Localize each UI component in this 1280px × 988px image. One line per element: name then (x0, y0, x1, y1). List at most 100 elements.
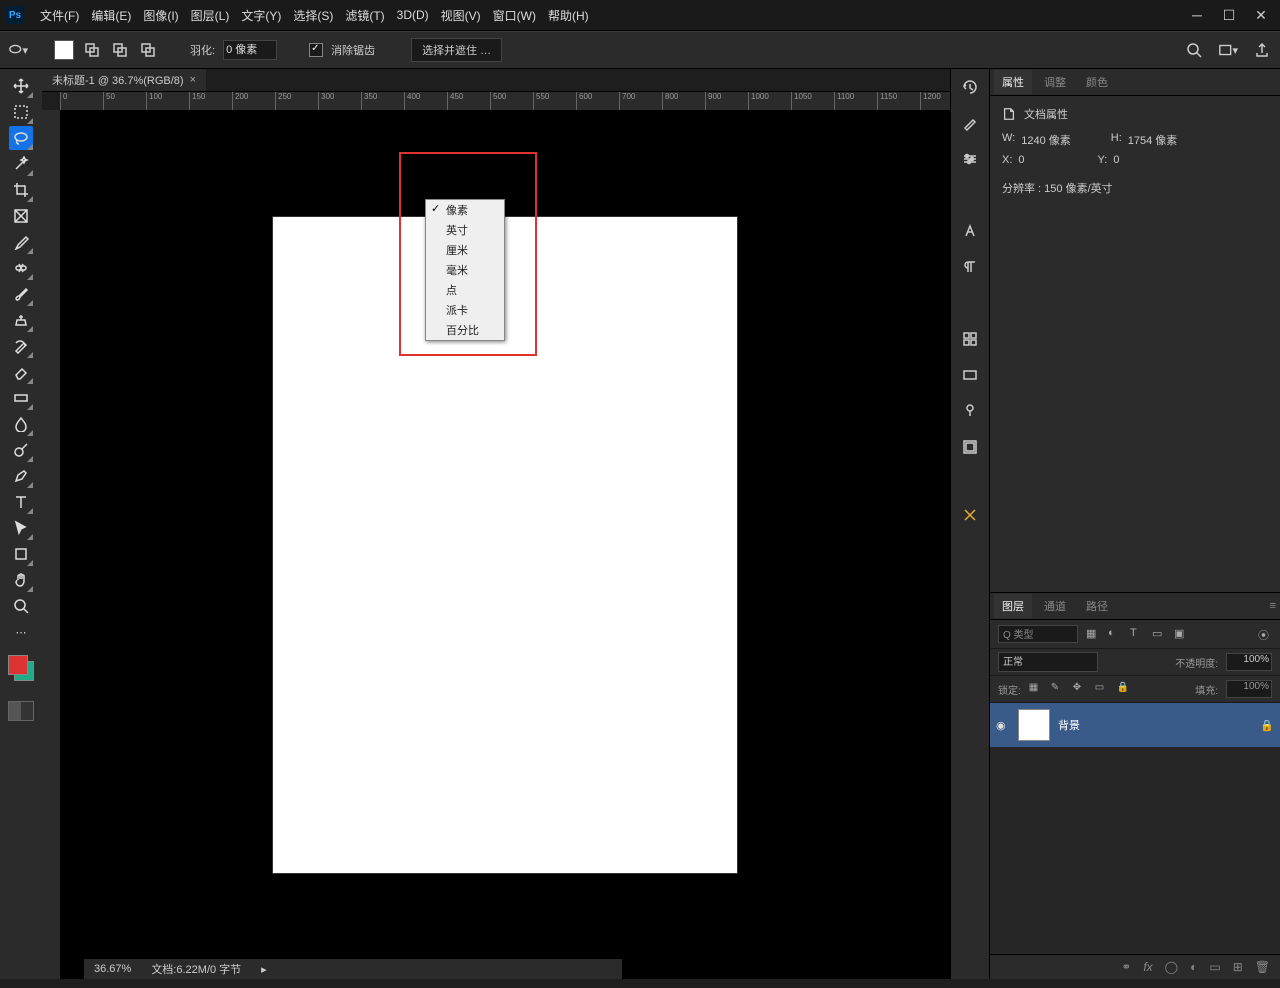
horizontal-ruler[interactable]: 0501001502002503003504004505005506007008… (60, 92, 950, 111)
ruler-unit-pixels[interactable]: 像素 (426, 200, 504, 220)
menu-edit[interactable]: 编辑(E) (85, 3, 137, 28)
magic-wand-tool[interactable] (9, 152, 33, 176)
vertical-ruler[interactable] (42, 110, 61, 979)
delete-layer-icon[interactable]: 🗑 (1255, 960, 1270, 974)
libraries-panel-icon[interactable] (960, 437, 980, 457)
gradient-tool[interactable] (9, 386, 33, 410)
tab-channels[interactable]: 通道 (1036, 594, 1074, 618)
pen-tool[interactable] (9, 464, 33, 488)
document-info[interactable]: 文档:6.22M/0 字节 (151, 961, 241, 977)
menu-filter[interactable]: 滤镜(T) (339, 3, 390, 28)
adjustment-layer-icon[interactable]: ◐ (1190, 960, 1197, 974)
lasso-tool-icon[interactable]: ▾ (8, 40, 28, 60)
patterns-panel-icon[interactable] (960, 401, 980, 421)
hand-tool[interactable] (9, 568, 33, 592)
selection-add-icon[interactable] (82, 40, 102, 60)
filter-toggle-icon[interactable]: ⦿ (1258, 627, 1272, 641)
workspace-icon[interactable]: ▾ (1218, 40, 1238, 60)
x-value[interactable]: 0 (1018, 154, 1024, 166)
swatches-panel-icon[interactable] (960, 329, 980, 349)
layer-thumbnail[interactable] (1018, 709, 1050, 741)
blur-tool[interactable] (9, 412, 33, 436)
history-brush-tool[interactable] (9, 334, 33, 358)
tab-layers[interactable]: 图层 (994, 594, 1032, 618)
layer-filter-select[interactable]: Q 类型 (998, 625, 1078, 643)
marquee-tool[interactable] (9, 100, 33, 124)
filter-adjustment-icon[interactable]: ◐ (1108, 627, 1122, 641)
ruler-unit-points[interactable]: 点 (426, 280, 504, 300)
canvas[interactable] (273, 217, 737, 873)
feather-input[interactable]: 0 像素 (223, 40, 277, 60)
history-panel-icon[interactable] (960, 77, 980, 97)
ruler-unit-inches[interactable]: 英寸 (426, 220, 504, 240)
status-more-icon[interactable]: ▸ (261, 963, 267, 976)
selection-intersect-icon[interactable] (138, 40, 158, 60)
lock-all-icon[interactable]: 🔒 (1117, 682, 1131, 696)
layer-locked-icon[interactable]: 🔒 (1260, 719, 1274, 732)
brush-tool[interactable] (9, 282, 33, 306)
layer-mask-icon[interactable]: ◯ (1165, 960, 1178, 974)
group-icon[interactable]: ▭ (1209, 960, 1220, 974)
brushes-panel-icon[interactable] (960, 113, 980, 133)
path-select-tool[interactable] (9, 516, 33, 540)
visibility-icon[interactable]: ◉ (996, 719, 1010, 732)
edit-toolbar[interactable]: ⋯ (9, 620, 33, 644)
y-value[interactable]: 0 (1113, 154, 1119, 166)
window-minimize-icon[interactable]: ─ (1190, 8, 1204, 22)
shape-tool[interactable] (9, 542, 33, 566)
zoom-tool[interactable] (9, 594, 33, 618)
ruler-unit-picas[interactable]: 派卡 (426, 300, 504, 320)
crop-tool[interactable] (9, 178, 33, 202)
menu-type[interactable]: 文字(Y) (235, 3, 287, 28)
dodge-tool[interactable] (9, 438, 33, 462)
lock-transparency-icon[interactable]: ▦ (1029, 682, 1043, 696)
search-icon[interactable] (1184, 40, 1204, 60)
selection-subtract-icon[interactable] (110, 40, 130, 60)
color-swatch[interactable] (6, 653, 36, 683)
menu-layer[interactable]: 图层(L) (185, 3, 236, 28)
link-layers-icon[interactable]: ⚭ (1121, 960, 1131, 974)
menu-file[interactable]: 文件(F) (34, 3, 85, 28)
menu-help[interactable]: 帮助(H) (542, 3, 595, 28)
window-maximize-icon[interactable]: ☐ (1222, 8, 1236, 22)
zoom-level[interactable]: 36.67% (94, 963, 131, 975)
layer-name[interactable]: 背景 (1058, 717, 1252, 733)
menu-3d[interactable]: 3D(D) (391, 4, 435, 26)
move-tool[interactable] (9, 74, 33, 98)
menu-image[interactable]: 图像(I) (137, 3, 184, 28)
layer-row[interactable]: ◉ 背景 🔒 (990, 703, 1280, 747)
gradients-panel-icon[interactable] (960, 365, 980, 385)
menu-view[interactable]: 视图(V) (435, 3, 487, 28)
width-value[interactable]: 1240 像素 (1021, 132, 1071, 148)
menu-window[interactable]: 窗口(W) (487, 3, 542, 28)
fill-input[interactable]: 100% (1226, 680, 1272, 698)
filter-shape-icon[interactable]: ▭ (1152, 627, 1166, 641)
new-layer-icon[interactable]: ⊞ (1233, 960, 1243, 974)
tab-properties[interactable]: 属性 (994, 70, 1032, 94)
tab-color[interactable]: 颜色 (1078, 70, 1116, 94)
eraser-tool[interactable] (9, 360, 33, 384)
ruler-unit-mm[interactable]: 毫米 (426, 260, 504, 280)
learn-panel-icon[interactable] (960, 505, 980, 525)
select-and-mask-button[interactable]: 选择并遮住 … (411, 38, 502, 62)
document-tab[interactable]: 未标题-1 @ 36.7%(RGB/8) × (42, 69, 206, 91)
clone-stamp-tool[interactable] (9, 308, 33, 332)
layer-style-icon[interactable]: fx (1143, 960, 1152, 974)
brush-settings-icon[interactable] (960, 149, 980, 169)
height-value[interactable]: 1754 像素 (1128, 132, 1178, 148)
menu-select[interactable]: 选择(S) (287, 3, 339, 28)
panel-menu-icon[interactable]: ≡ (1270, 600, 1276, 612)
blend-mode-select[interactable]: 正常 (998, 652, 1098, 672)
window-close-icon[interactable]: ✕ (1254, 8, 1268, 22)
healing-tool[interactable] (9, 256, 33, 280)
filter-smart-icon[interactable]: ▣ (1174, 627, 1188, 641)
lock-pixels-icon[interactable]: ✎ (1051, 682, 1065, 696)
paragraph-panel-icon[interactable] (960, 257, 980, 277)
tab-adjustments[interactable]: 调整 (1036, 70, 1074, 94)
opacity-input[interactable]: 100% (1226, 653, 1272, 671)
lock-position-icon[interactable]: ✥ (1073, 682, 1087, 696)
type-tool[interactable] (9, 490, 33, 514)
tab-paths[interactable]: 路径 (1078, 594, 1116, 618)
filter-image-icon[interactable]: ▦ (1086, 627, 1100, 641)
ruler-unit-cm[interactable]: 厘米 (426, 240, 504, 260)
